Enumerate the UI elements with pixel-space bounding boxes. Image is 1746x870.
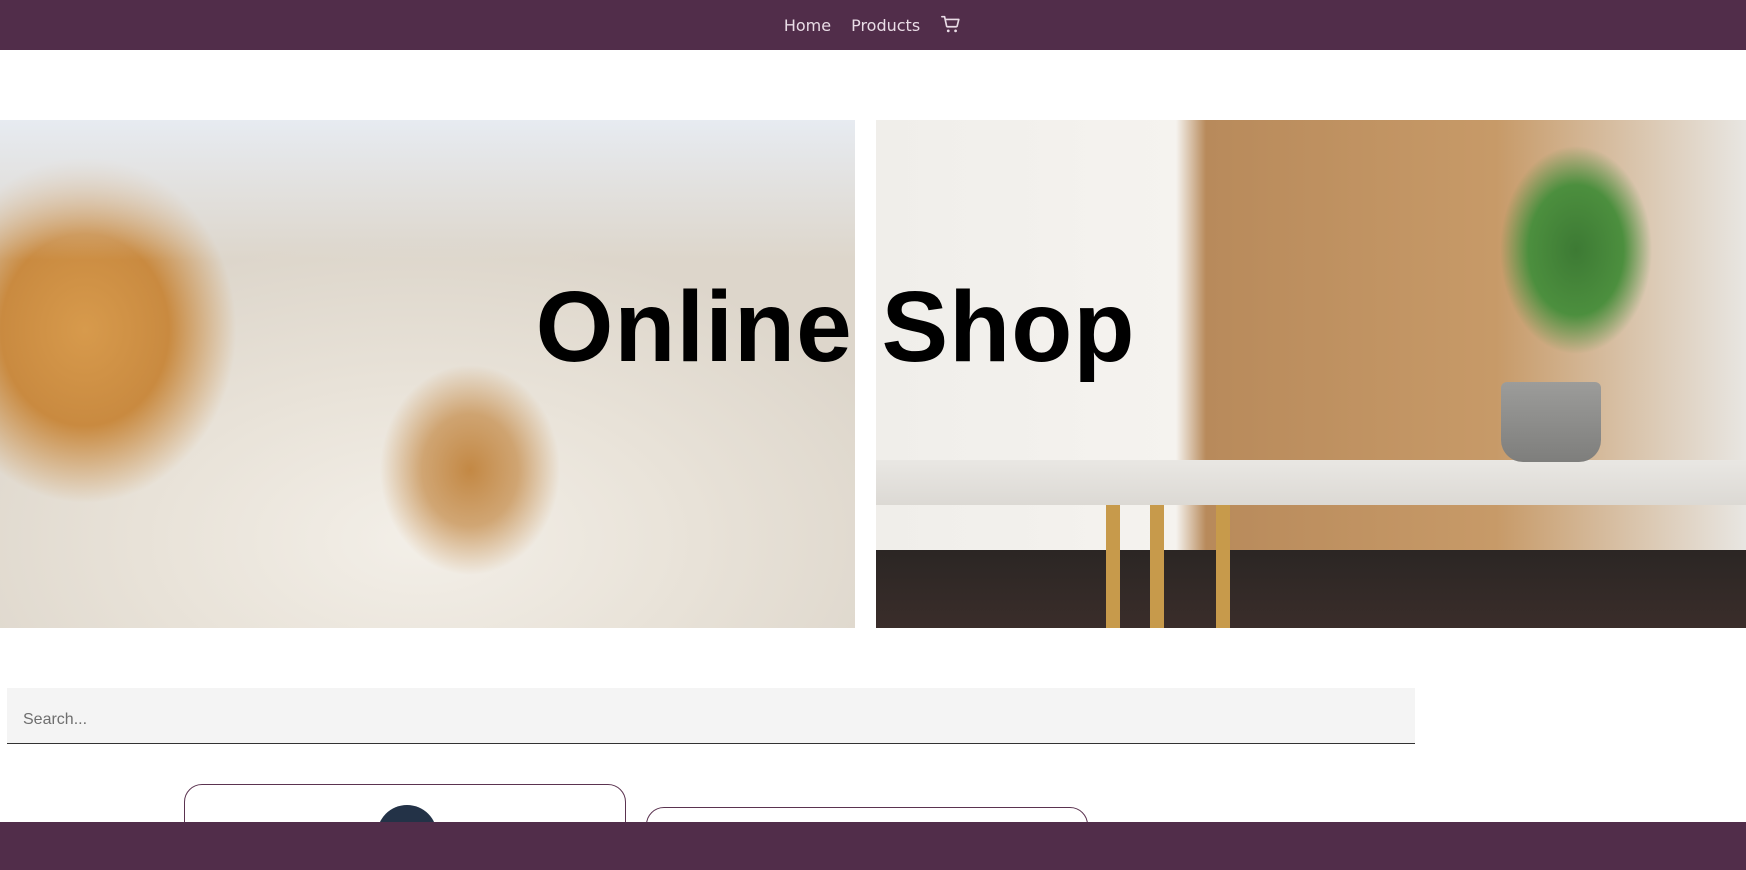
hero-banner: Online Shop [0, 120, 1746, 628]
shopping-cart-icon [941, 15, 960, 33]
top-navigation: Home Products [0, 0, 1746, 50]
table-leg [1106, 505, 1120, 628]
nav-products-link[interactable]: Products [851, 16, 920, 35]
table-leg [1216, 505, 1230, 628]
hero-title: Online Shop [535, 271, 1136, 383]
search-bar [7, 688, 1415, 744]
cart-link[interactable] [940, 11, 962, 39]
nav-home-link[interactable]: Home [784, 16, 831, 35]
table-leg [1150, 505, 1164, 628]
plant-pot [1501, 382, 1601, 462]
footer [0, 822, 1746, 870]
search-input[interactable] [7, 688, 1415, 743]
